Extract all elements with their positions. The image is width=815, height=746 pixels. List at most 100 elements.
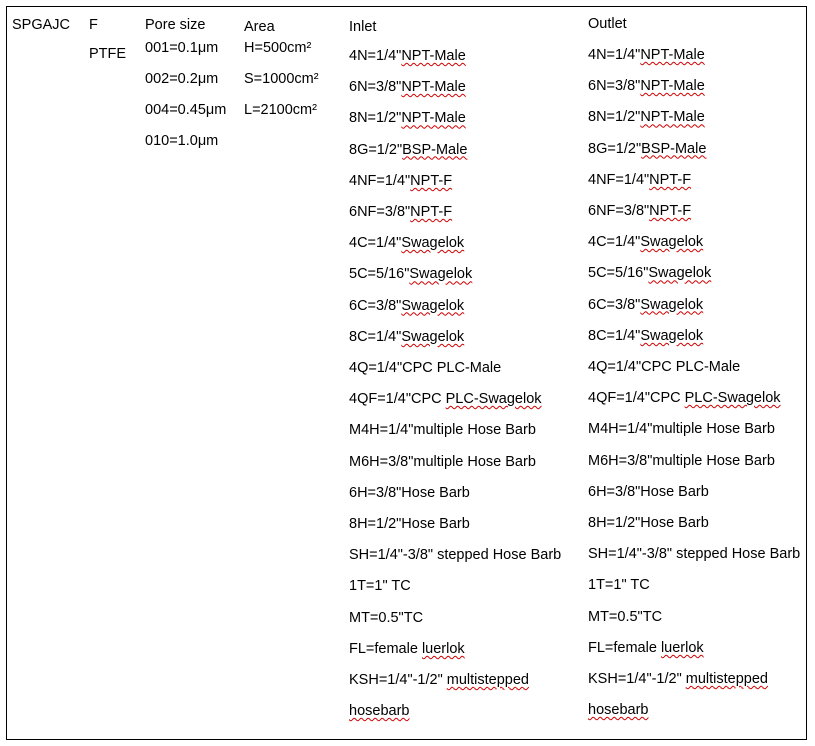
fitting-text: 8H=1/2"Hose Barb <box>349 516 470 532</box>
fitting-text-spellcheck: BSP-Male <box>402 141 468 158</box>
fitting-option: FL=female luerlok <box>588 639 704 657</box>
fitting-option: hosebarb <box>349 702 409 720</box>
fitting-option: SH=1/4"-3/8" stepped Hose Barb <box>349 546 561 564</box>
fitting-option: 8C=1/4"Swagelok <box>349 328 464 346</box>
fitting-text: 6N=3/8" <box>588 78 641 95</box>
fitting-text-spellcheck: NPT-Male <box>640 47 705 63</box>
fitting-text: 6NF=3/8" <box>588 203 650 219</box>
area-option: H=500cm² <box>244 40 312 56</box>
fitting-option: 4QF=1/4"CPC PLC-Swagelok <box>588 389 781 407</box>
fitting-text: M6H=3/8"multiple Hose Barb <box>349 453 536 470</box>
fitting-text-spellcheck: hosebarb <box>349 703 410 720</box>
fitting-text: FL=female <box>588 639 661 656</box>
fitting-text: M4H=1/4"multiple Hose Barb <box>349 422 536 439</box>
fitting-option: 6C=3/8"Swagelok <box>349 297 464 315</box>
fitting-text: 4C=1/4" <box>349 235 402 252</box>
fitting-text-spellcheck: Swagelok <box>401 297 465 314</box>
fitting-option: 4N=1/4"NPT-Male <box>349 47 466 65</box>
fitting-text-spellcheck: multistepped <box>446 672 529 688</box>
inlet-header: Inlet <box>349 19 377 35</box>
fitting-text-spellcheck: Swagelok <box>640 234 704 251</box>
fitting-text: 6H=3/8"Hose Barb <box>588 483 709 500</box>
fitting-text-spellcheck: NPT-Male <box>640 109 705 126</box>
fitting-text: 4N=1/4" <box>588 47 641 63</box>
fitting-text: KSH=1/4"-1/2" <box>349 672 447 688</box>
fitting-option: MT=0.5"TC <box>588 608 662 626</box>
pore-size-option: 001=0.1μm <box>145 40 219 56</box>
fitting-text: 6NF=3/8" <box>349 204 411 220</box>
fitting-text-spellcheck: Swagelok <box>409 266 473 283</box>
pore-size-header: Pore size <box>145 17 206 33</box>
fitting-text: 6C=3/8" <box>349 297 402 314</box>
fitting-text: 4NF=1/4" <box>588 171 650 188</box>
fitting-text-spellcheck: NPT-F <box>410 204 453 220</box>
fitting-text-spellcheck: NPT-F <box>649 171 692 188</box>
fitting-option: KSH=1/4"-1/2" multistepped <box>349 671 529 689</box>
fitting-text: 6H=3/8"Hose Barb <box>349 484 470 501</box>
fitting-option: 8H=1/2"Hose Barb <box>588 514 709 532</box>
fitting-text-spellcheck: NPT-Male <box>401 110 466 127</box>
fitting-text: 8N=1/2" <box>349 110 402 127</box>
area-option: L=2100cm² <box>244 102 317 118</box>
fitting-option: MT=0.5"TC <box>349 609 423 627</box>
fitting-text: 4NF=1/4" <box>349 172 411 189</box>
fitting-text: 8G=1/2" <box>588 140 642 157</box>
fitting-option: 1T=1" TC <box>588 576 650 594</box>
fitting-option: M4H=1/4"multiple Hose Barb <box>588 420 775 438</box>
fitting-text-spellcheck: NPT-F <box>649 203 692 219</box>
fitting-option: KSH=1/4"-1/2" multistepped <box>588 670 768 688</box>
fitting-text-spellcheck: NPT-Male <box>640 78 705 95</box>
fitting-text: 4Q=1/4"CPC PLC-Male <box>588 359 741 375</box>
fitting-text: 8G=1/2" <box>349 141 403 158</box>
fitting-text-spellcheck: BSP-Male <box>641 140 707 157</box>
fitting-text-spellcheck: PLC-Swagelok <box>684 390 781 407</box>
fitting-text-spellcheck: NPT-F <box>410 172 453 189</box>
fitting-text: 6N=3/8" <box>349 79 402 96</box>
fitting-option: 4QF=1/4"CPC PLC-Swagelok <box>349 390 542 408</box>
fitting-text-spellcheck: Swagelok <box>640 296 704 313</box>
fitting-option: 8G=1/2"BSP-Male <box>588 140 706 158</box>
fitting-text: M6H=3/8"multiple Hose Barb <box>588 452 775 469</box>
fitting-text-spellcheck: Swagelok <box>401 328 465 345</box>
area-option: S=1000cm² <box>244 71 319 87</box>
fitting-text: 1T=1" TC <box>349 578 411 595</box>
fitting-option: 1T=1" TC <box>349 577 411 595</box>
fitting-option: 4C=1/4"Swagelok <box>588 233 703 251</box>
material-name: PTFE <box>89 46 127 62</box>
fitting-option: 4Q=1/4"CPC PLC-Male <box>349 359 501 377</box>
fitting-text-spellcheck: Swagelok <box>648 265 712 282</box>
fitting-text: 4QF=1/4"CPC <box>588 390 685 407</box>
fitting-text: 4C=1/4" <box>588 234 641 251</box>
fitting-text: 8C=1/4" <box>349 328 402 345</box>
fitting-option: 4NF=1/4"NPT-F <box>588 171 691 189</box>
fitting-option: 8H=1/2"Hose Barb <box>349 515 470 533</box>
fitting-text-spellcheck: multistepped <box>685 671 768 687</box>
fitting-option: 6NF=3/8"NPT-F <box>588 202 691 220</box>
fitting-text-spellcheck: NPT-Male <box>401 48 466 64</box>
fitting-option: 6N=3/8"NPT-Male <box>349 78 466 96</box>
fitting-option: 6N=3/8"NPT-Male <box>588 77 705 95</box>
fitting-text-spellcheck: PLC-Swagelok <box>445 391 542 408</box>
fitting-option: 6H=3/8"Hose Barb <box>349 484 470 502</box>
fitting-text-spellcheck: luerlok <box>421 640 465 657</box>
fitting-option: 8N=1/2"NPT-Male <box>588 108 705 126</box>
fitting-text: SH=1/4"-3/8" stepped Hose Barb <box>588 546 801 563</box>
fitting-text: 5C=5/16" <box>588 265 649 282</box>
fitting-text: 8H=1/2"Hose Barb <box>588 515 709 531</box>
fitting-text: 4Q=1/4"CPC PLC-Male <box>349 360 502 376</box>
fitting-text: KSH=1/4"-1/2" <box>588 671 686 687</box>
fitting-option: SH=1/4"-3/8" stepped Hose Barb <box>588 545 800 563</box>
fitting-text: SH=1/4"-3/8" stepped Hose Barb <box>349 547 562 564</box>
fitting-option: 4C=1/4"Swagelok <box>349 234 464 252</box>
fitting-text-spellcheck: hosebarb <box>588 702 649 719</box>
pore-size-option: 010=1.0μm <box>145 133 219 149</box>
fitting-text-spellcheck: Swagelok <box>401 235 465 252</box>
pore-size-option: 004=0.45μm <box>145 102 227 118</box>
fitting-option: 4N=1/4"NPT-Male <box>588 46 705 64</box>
fitting-option: 6NF=3/8"NPT-F <box>349 203 452 221</box>
fitting-option: M6H=3/8"multiple Hose Barb <box>588 452 775 470</box>
fitting-option: 4NF=1/4"NPT-F <box>349 172 452 190</box>
fitting-option: 6C=3/8"Swagelok <box>588 296 703 314</box>
fitting-text: 4N=1/4" <box>349 48 402 64</box>
fitting-text-spellcheck: Swagelok <box>640 327 704 344</box>
